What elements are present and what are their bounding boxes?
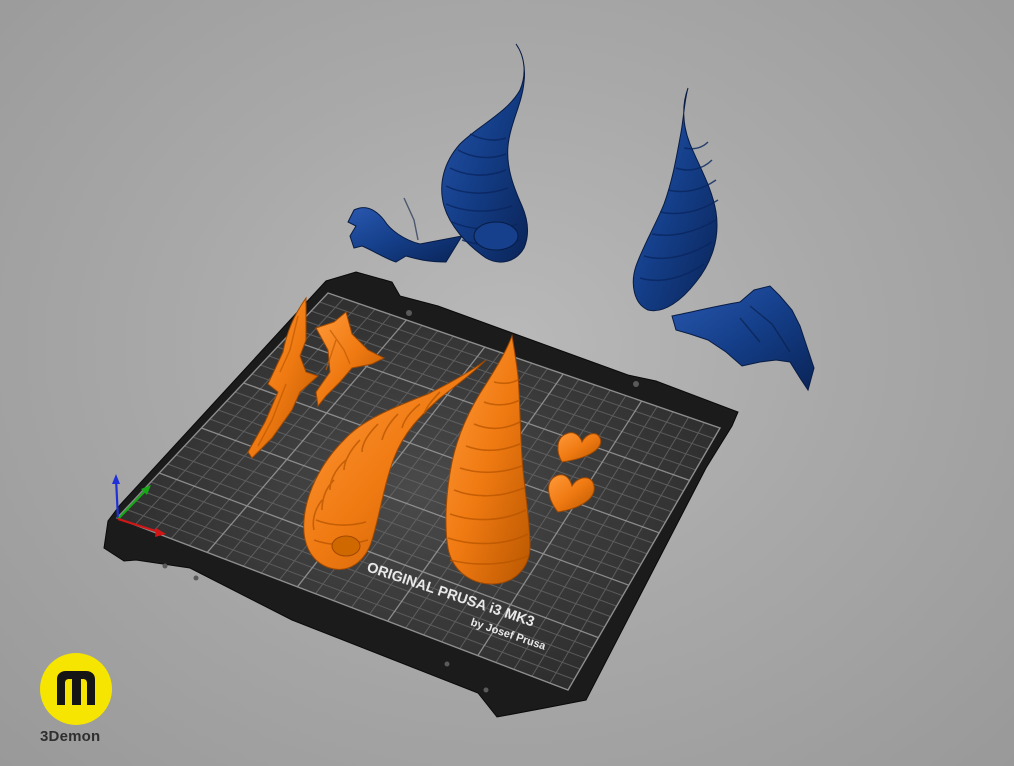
print-bed: ORIGINAL PRUSA i3 MK3 by Josef Prusa	[103, 271, 739, 718]
brand-logo: 3Demon	[40, 653, 112, 745]
horn-left-socket	[331, 535, 361, 557]
3d-viewport[interactable]: ORIGINAL PRUSA i3 MK3 by Josef Prusa	[0, 0, 1014, 766]
bed-hole	[162, 563, 168, 569]
bed-hole	[406, 310, 412, 316]
bed-hole	[444, 661, 450, 667]
horn-with-wing-top-left[interactable]	[347, 43, 529, 263]
horn-with-wing-right[interactable]	[632, 87, 815, 392]
demon-m-icon	[57, 671, 95, 705]
bed-hole	[193, 575, 199, 581]
blue-horn-left-base	[473, 221, 519, 251]
logo-badge-icon	[40, 653, 112, 725]
blue-wing-right	[671, 285, 815, 392]
blue-wing-left	[347, 207, 464, 263]
logo-label: 3Demon	[40, 728, 101, 745]
bed-hole	[483, 687, 489, 693]
bed-hole	[633, 381, 639, 387]
